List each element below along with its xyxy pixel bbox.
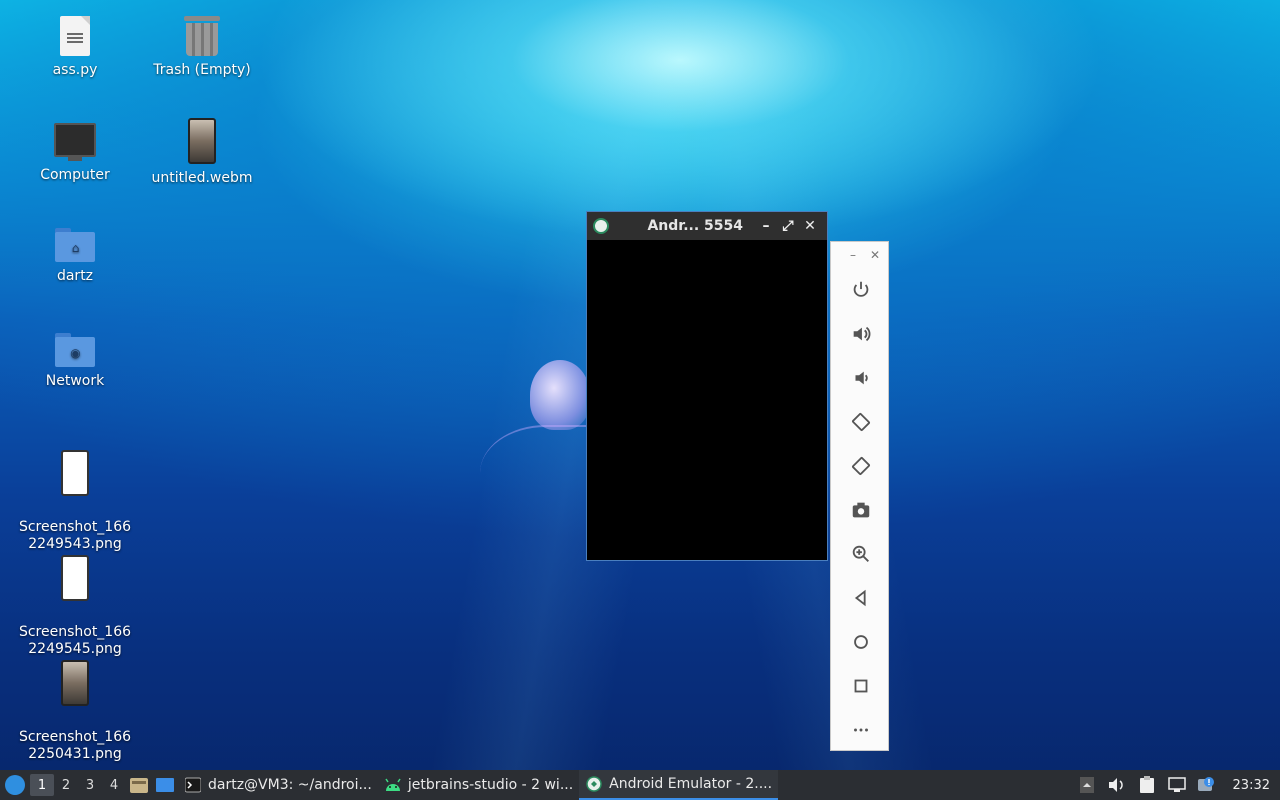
network-button[interactable] (1167, 775, 1187, 795)
image-file-icon (61, 450, 89, 496)
volume-button[interactable] (1107, 775, 1127, 795)
desktop-icon-ass-py[interactable]: ass.py (10, 16, 140, 79)
computer-icon (54, 123, 96, 161)
desktop-icon-label: Trash (Empty) (153, 62, 251, 78)
task-label: jetbrains-studio - 2 wi... (407, 777, 574, 793)
toolbar-minimize-button[interactable]: – (850, 248, 856, 262)
trash-icon (184, 16, 220, 56)
emulator-icon (585, 775, 603, 793)
start-menu-button[interactable] (0, 770, 30, 800)
workspace-4[interactable]: 4 (102, 774, 126, 796)
zoom-icon (852, 545, 869, 562)
camera-icon (852, 502, 869, 518)
emulator-toolbar: – ✕ (830, 241, 889, 751)
rotate-right-button[interactable] (831, 444, 890, 488)
network-icon (1167, 777, 1186, 792)
taskbar: 1 2 3 4 dartz@VM3: ~/androi... jetbrains… (0, 770, 1280, 800)
image-file-icon (61, 555, 89, 601)
desktop-icon-trash[interactable]: Trash (Empty) (137, 16, 267, 79)
image-file-icon (61, 660, 89, 706)
desktop-icon-label: untitled.webm (151, 170, 253, 186)
power-icon (853, 281, 868, 297)
overview-icon (854, 679, 867, 693)
wallpaper-jellyfish-tail (480, 425, 590, 505)
back-icon (854, 589, 866, 607)
desktop-icon-label: Screenshot_166 2250431.png (18, 729, 132, 762)
task-jetbrains-studio[interactable]: jetbrains-studio - 2 wi... (378, 770, 579, 800)
rotate-left-icon (851, 413, 870, 431)
clock[interactable]: 23:32 (1227, 778, 1270, 793)
toolbar-close-button[interactable]: ✕ (870, 248, 880, 262)
rotate-right-icon (851, 457, 870, 475)
desktop-icon-label: ass.py (52, 62, 98, 78)
wallpaper-jellyfish (530, 360, 590, 430)
desktop-icon (156, 778, 174, 792)
file-manager-launcher[interactable] (126, 772, 152, 798)
volume-down-icon (855, 371, 868, 385)
overview-button[interactable] (831, 664, 890, 708)
start-menu-icon (5, 775, 25, 795)
android-icon (384, 776, 402, 794)
update-notification-icon (1197, 777, 1214, 791)
home-icon (853, 635, 868, 649)
emulator-window[interactable]: Andr... 5554 – ⤢ ✕ (586, 211, 828, 561)
volume-icon (1108, 778, 1123, 792)
home-button[interactable] (831, 620, 890, 664)
close-button[interactable]: ✕ (799, 218, 821, 234)
text-file-icon (60, 16, 90, 56)
notification-button[interactable] (1197, 775, 1217, 795)
back-button[interactable] (831, 576, 890, 620)
volume-up-icon (853, 326, 870, 342)
desktop-icon-network[interactable]: ◉ Network (10, 333, 140, 390)
maximize-button[interactable]: ⤢ (777, 218, 799, 234)
volume-up-button[interactable] (831, 312, 890, 356)
desktop-icon-computer[interactable]: Computer (10, 123, 140, 184)
more-icon (853, 728, 868, 732)
chevron-up-icon (1079, 777, 1094, 793)
desktop-icon-untitled-webm[interactable]: untitled.webm (137, 118, 267, 187)
system-tray: 23:32 (1077, 775, 1280, 795)
minimize-button[interactable]: – (755, 218, 777, 234)
screenshot-button[interactable] (831, 488, 890, 532)
tray-expand-button[interactable] (1077, 775, 1097, 795)
video-file-icon (188, 118, 216, 164)
clipboard-icon (1139, 776, 1154, 793)
show-desktop-button[interactable] (152, 772, 178, 798)
desktop-icon-label: Computer (40, 167, 110, 183)
file-manager-icon (130, 778, 148, 793)
task-terminal[interactable]: dartz@VM3: ~/androi... (178, 770, 378, 800)
rotate-left-button[interactable] (831, 400, 890, 444)
home-folder-icon: ⌂ (55, 228, 95, 262)
workspace-2[interactable]: 2 (54, 774, 78, 796)
workspace-3[interactable]: 3 (78, 774, 102, 796)
desktop-icon-dartz[interactable]: ⌂ dartz (10, 228, 140, 285)
clipboard-button[interactable] (1137, 775, 1157, 795)
volume-down-button[interactable] (831, 356, 890, 400)
emulator-window-title: Andr... 5554 (647, 218, 743, 234)
network-folder-icon: ◉ (55, 333, 95, 367)
emulator-app-icon (593, 218, 609, 234)
power-button[interactable] (831, 268, 890, 312)
desktop-icon-label: Network (45, 373, 105, 389)
terminal-icon (184, 776, 202, 794)
zoom-button[interactable] (831, 532, 890, 576)
emulator-screen[interactable] (587, 240, 827, 560)
more-button[interactable] (831, 708, 890, 752)
desktop-icon-label: dartz (56, 268, 94, 284)
desktop-icon-screenshot-3[interactable]: Screenshot_166 2250431.png (10, 643, 140, 780)
emulator-title-bar[interactable]: Andr... 5554 – ⤢ ✕ (587, 212, 827, 240)
task-label: Android Emulator - 2.... (609, 776, 773, 792)
workspace-1[interactable]: 1 (30, 774, 54, 796)
task-android-emulator[interactable]: Android Emulator - 2.... (579, 770, 779, 800)
task-label: dartz@VM3: ~/androi... (208, 777, 372, 793)
